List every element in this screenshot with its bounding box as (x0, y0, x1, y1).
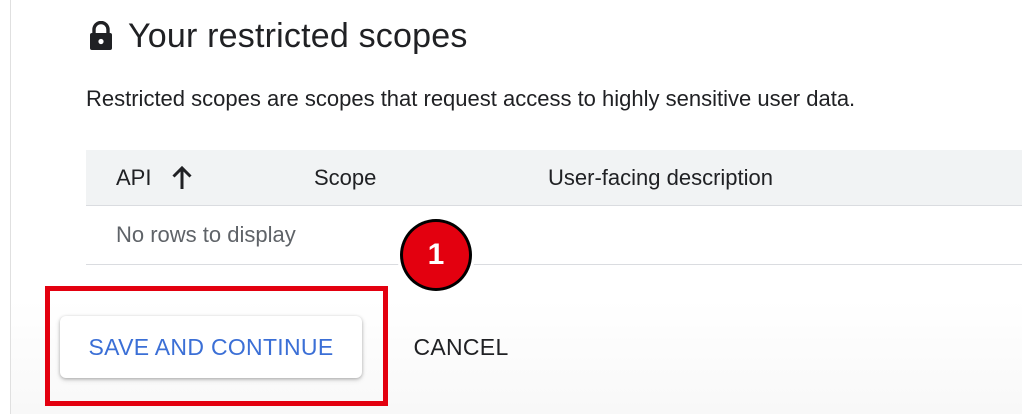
lock-icon (90, 21, 112, 50)
column-header-label: User-facing description (548, 165, 773, 190)
column-header-label: API (116, 165, 152, 190)
column-header-scope[interactable]: Scope (314, 150, 376, 206)
save-and-continue-button[interactable]: SAVE AND CONTINUE (60, 316, 362, 378)
section-header: Your restricted scopes (88, 12, 468, 60)
empty-message: No rows to display (116, 222, 296, 247)
cancel-button[interactable]: CANCEL (396, 316, 526, 378)
section-title: Your restricted scopes (128, 16, 468, 55)
table-header: API Scope User-facing description (86, 150, 1022, 206)
column-header-label: Scope (314, 165, 377, 190)
arrow-up-icon[interactable] (171, 165, 193, 191)
step-number: 1 (403, 222, 469, 288)
column-header-description[interactable]: User-facing description (548, 150, 773, 206)
scopes-table: API Scope User-facing description No row… (86, 150, 1022, 265)
column-header-api[interactable]: API (116, 150, 193, 206)
table-empty-row: No rows to display (86, 206, 1022, 265)
step-badge: 1 (397, 216, 475, 294)
step-badge-ring: 1 (400, 219, 472, 291)
section-description: Restricted scopes are scopes that reques… (86, 86, 856, 111)
